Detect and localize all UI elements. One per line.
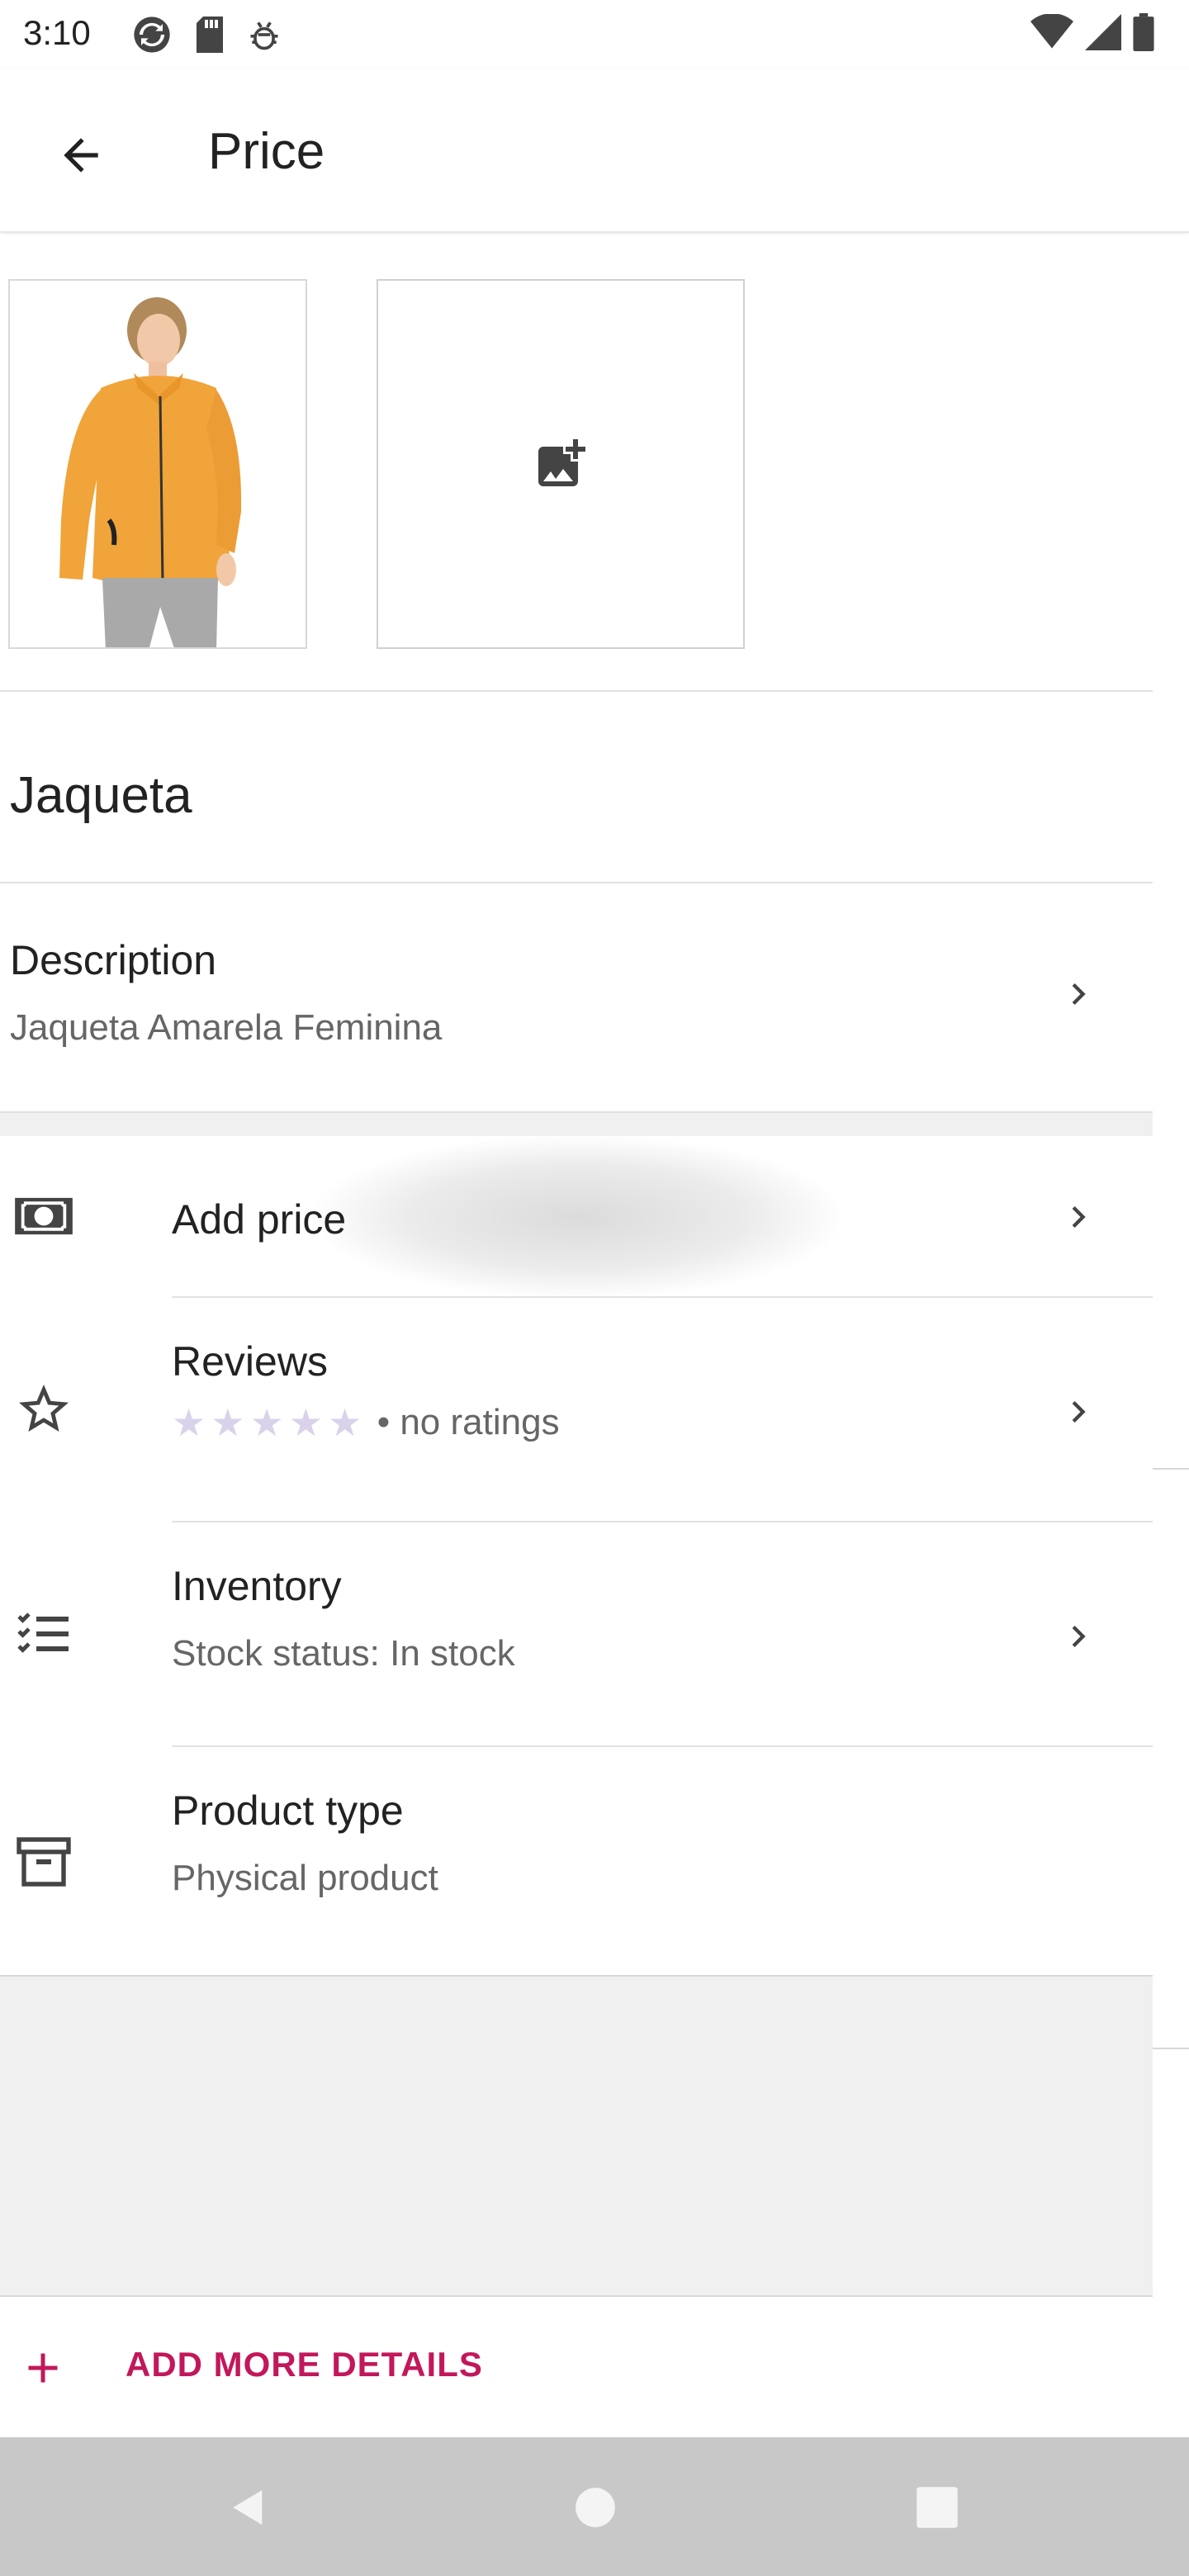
archive-icon xyxy=(12,1830,76,1894)
product-name: Jaqueta xyxy=(10,767,192,824)
debug-icon xyxy=(250,21,278,50)
add-more-details-label: ADD MORE DETAILS xyxy=(126,2345,483,2384)
empty-area xyxy=(0,1975,1153,2295)
add-price-row[interactable]: Add price xyxy=(0,1136,1153,1298)
ratings-text: • no ratings xyxy=(377,1402,560,1442)
plus-icon xyxy=(28,2353,58,2383)
screen: 3:10 Price Jaqueta Description Jaqueta A… xyxy=(0,0,1189,2576)
money-icon xyxy=(12,1184,76,1248)
star-outline-icon xyxy=(12,1377,76,1442)
chevron-right-icon xyxy=(1054,1387,1103,1437)
status-time: 3:10 xyxy=(23,13,91,52)
page-title: Price xyxy=(208,123,325,180)
wifi-icon xyxy=(1030,14,1073,49)
rating-stars: ★ ★ ★ ★ ★ xyxy=(172,1404,362,1442)
inventory-row[interactable]: Inventory Stock status: In stock xyxy=(0,1522,1153,1747)
product-name-row[interactable]: Jaqueta xyxy=(0,692,1153,883)
system-nav-bar xyxy=(0,2437,1189,2576)
back-triangle-icon xyxy=(233,2490,263,2525)
jacket-photo xyxy=(10,281,306,647)
right-edge-strip xyxy=(1153,234,1189,2437)
section-divider xyxy=(0,1111,1153,1136)
edge-divider xyxy=(1153,2048,1189,2049)
star-empty-icon: ★ xyxy=(288,1401,323,1444)
status-bar: 3:10 xyxy=(0,0,1189,69)
inventory-value: Stock status: In stock xyxy=(172,1633,515,1674)
product-image[interactable] xyxy=(8,279,307,649)
signal-icon xyxy=(1085,14,1121,50)
nav-back-button[interactable] xyxy=(211,2470,286,2545)
product-type-title: Product type xyxy=(172,1788,404,1834)
add-photo-icon xyxy=(538,439,585,486)
inventory-title: Inventory xyxy=(172,1563,342,1609)
home-circle-icon xyxy=(576,2488,615,2527)
add-more-details-button[interactable]: ADD MORE DETAILS xyxy=(0,2295,1153,2437)
chevron-right-icon xyxy=(1054,969,1103,1019)
star-empty-icon: ★ xyxy=(249,1401,284,1444)
add-price-title: Add price xyxy=(172,1196,347,1243)
recents-square-icon xyxy=(917,2487,958,2528)
product-type-value: Physical product xyxy=(172,1858,438,1898)
checklist-icon xyxy=(12,1602,76,1666)
status-icons-right xyxy=(1030,13,1154,51)
app-bar: Price xyxy=(0,69,1189,233)
back-button[interactable] xyxy=(36,111,126,200)
description-value: Jaqueta Amarela Feminina xyxy=(10,1007,443,1048)
reviews-rating: ★ ★ ★ ★ ★ • no ratings xyxy=(172,1402,560,1443)
product-type-row[interactable]: Product type Physical product xyxy=(0,1747,1153,1975)
chevron-right-icon xyxy=(1054,1612,1103,1661)
description-row[interactable]: Description Jaqueta Amarela Feminina xyxy=(0,883,1153,1111)
reviews-title: Reviews xyxy=(172,1338,328,1385)
touch-ripple xyxy=(314,1136,842,1298)
reviews-row[interactable]: Reviews ★ ★ ★ ★ ★ • no ratings xyxy=(0,1298,1153,1522)
nav-home-button[interactable] xyxy=(558,2470,632,2545)
battery-icon xyxy=(1133,13,1154,51)
star-empty-icon: ★ xyxy=(211,1401,245,1444)
edge-divider xyxy=(1153,1468,1189,1470)
star-empty-icon: ★ xyxy=(328,1401,362,1444)
status-icons-left xyxy=(130,13,282,56)
arrow-back-icon xyxy=(64,138,98,173)
sync-icon xyxy=(134,17,170,53)
sd-card-icon xyxy=(197,17,223,53)
images-row xyxy=(0,234,1153,692)
chevron-right-icon xyxy=(1054,1192,1103,1242)
add-image-button[interactable] xyxy=(377,279,745,649)
nav-recents-button[interactable] xyxy=(900,2470,974,2545)
star-empty-icon: ★ xyxy=(172,1401,206,1444)
description-title: Description xyxy=(10,937,217,983)
